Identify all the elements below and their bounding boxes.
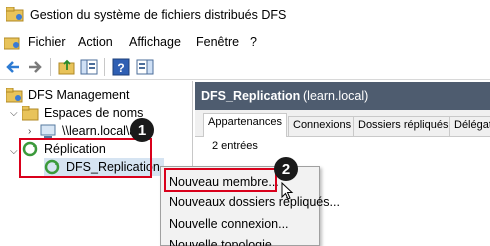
details-pane-header: DFS_Replication (learn.local) xyxy=(195,82,490,110)
tree-item-dfs-management[interactable]: DFS Management xyxy=(6,86,129,104)
toolbar-separator xyxy=(104,58,105,76)
help-icon[interactable]: ? xyxy=(112,58,130,76)
tree-item-label: \\learn.local\a xyxy=(62,124,137,138)
entry-count: 2 entrées xyxy=(212,140,258,152)
menu-item-new-connection[interactable]: Nouvelle connexion... xyxy=(169,217,289,231)
tab-delegation[interactable]: Délégat xyxy=(449,116,490,136)
back-icon[interactable] xyxy=(4,58,22,76)
chevron-down-icon[interactable]: ⌵ xyxy=(10,108,18,119)
highlight-new-member-box xyxy=(164,168,277,192)
menu-affichage[interactable]: Affichage xyxy=(129,35,181,49)
dfs-management-icon xyxy=(6,87,23,102)
pane-subtitle: (learn.local) xyxy=(303,89,369,103)
menu-action[interactable]: Action xyxy=(78,35,113,49)
step-badge-2: 2 xyxy=(274,157,298,181)
console-menu-icon[interactable] xyxy=(4,35,21,50)
chevron-right-icon[interactable]: › xyxy=(28,126,31,137)
highlight-replication-box xyxy=(19,138,152,178)
tab-appartenances[interactable]: Appartenances xyxy=(203,113,287,137)
namespace-folder-icon xyxy=(22,105,39,120)
dfs-app-icon xyxy=(6,7,24,22)
menu-item-new-topology[interactable]: Nouvelle topologie... xyxy=(169,238,282,246)
menu-item-new-replicated-folders[interactable]: Nouveaux dossiers répliqués... xyxy=(169,195,340,209)
forward-icon[interactable] xyxy=(26,58,44,76)
namespace-root-icon xyxy=(40,124,56,138)
menu-help[interactable]: ? xyxy=(250,35,257,49)
chevron-down-icon[interactable]: ⌵ xyxy=(10,146,18,157)
tree-item-label: Espaces de noms xyxy=(44,106,144,120)
action-pane-icon[interactable] xyxy=(136,58,154,76)
folder-up-icon[interactable] xyxy=(58,58,76,76)
pane-title: DFS_Replication xyxy=(201,89,301,103)
tree-item-namespaces[interactable]: Espaces de noms xyxy=(22,104,143,122)
console-tree-icon[interactable] xyxy=(80,58,98,76)
step-badge-1: 1 xyxy=(130,118,154,142)
tab-dossiers-repliques[interactable]: Dossiers répliqués xyxy=(353,116,454,136)
svg-text:?: ? xyxy=(117,61,124,75)
menu-bar xyxy=(0,32,490,54)
menu-fenetre[interactable]: Fenêtre xyxy=(196,35,239,49)
menu-fichier[interactable]: Fichier xyxy=(28,35,66,49)
tab-connexions[interactable]: Connexions xyxy=(288,116,357,136)
window-title: Gestion du système de fichiers distribué… xyxy=(30,8,287,22)
tree-item-label: DFS Management xyxy=(28,88,130,102)
toolbar-separator xyxy=(50,58,51,76)
mouse-cursor-icon xyxy=(281,182,294,200)
